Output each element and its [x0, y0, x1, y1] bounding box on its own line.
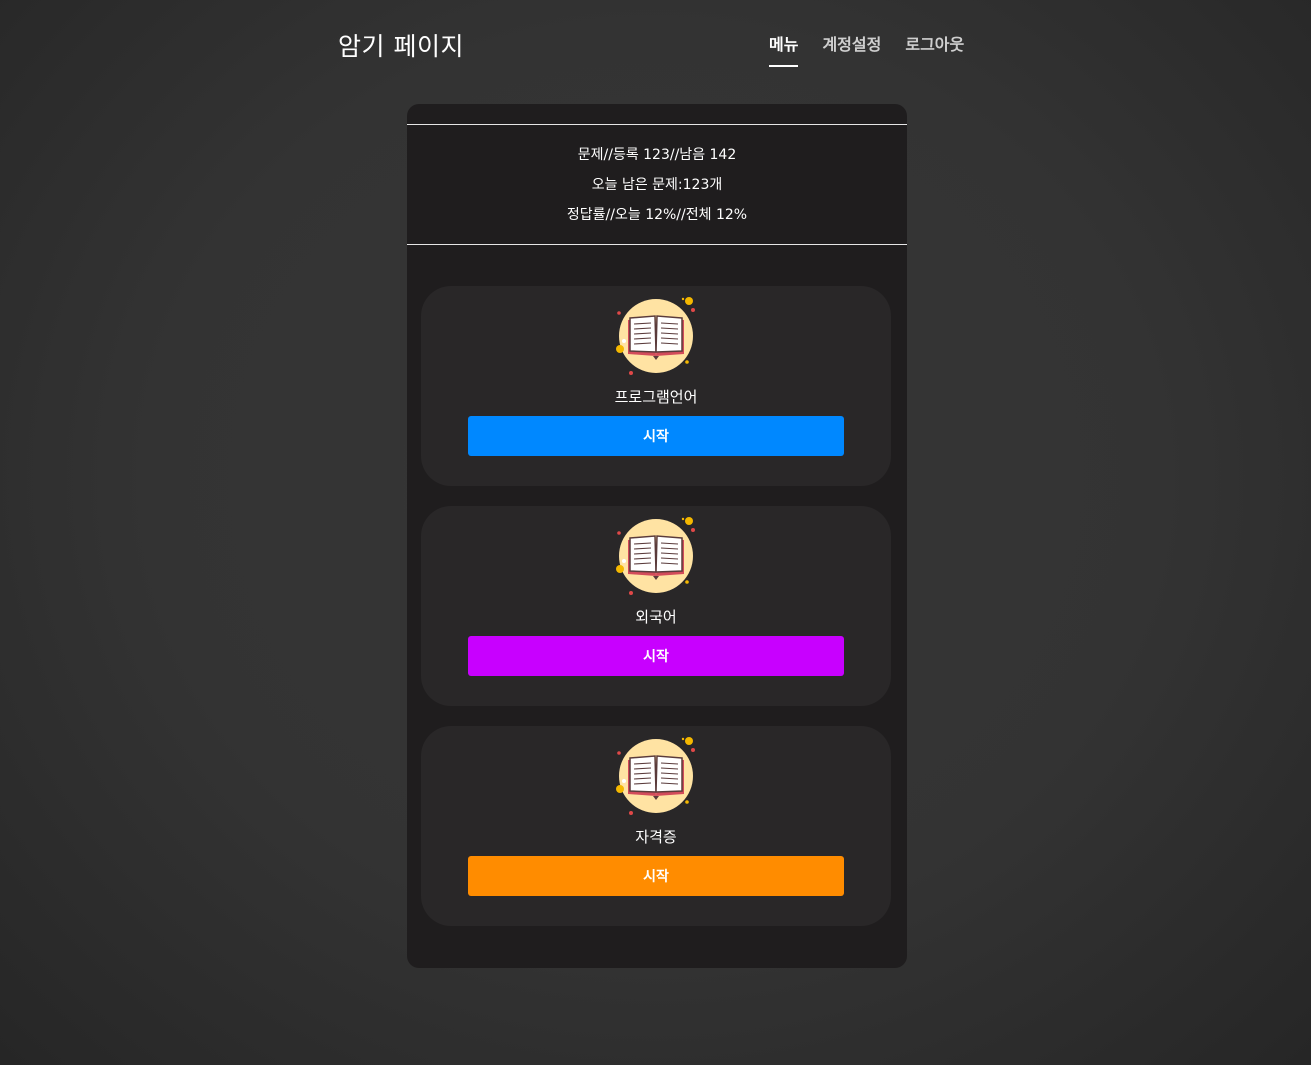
category-label: 자격증 — [635, 828, 677, 846]
start-button-certificate[interactable]: 시작 — [468, 856, 844, 896]
start-button-foreign-language[interactable]: 시작 — [468, 636, 844, 676]
stats-accuracy: 정답률//오늘 12%//전체 12% — [566, 207, 748, 223]
site-title: 암기 페이지 — [338, 32, 464, 61]
book-icon — [616, 737, 695, 815]
book-icon — [616, 297, 695, 375]
category-label: 외국어 — [635, 608, 677, 626]
start-button-programming[interactable]: 시작 — [468, 416, 844, 456]
stats-section: 문제//등록 123//남음 142 오늘 남은 문제:123개 정답률//오늘… — [407, 124, 907, 245]
category-label: 프로그램언어 — [614, 388, 698, 406]
category-card-programming: 프로그램언어 시작 — [421, 286, 891, 486]
nav-item-account-settings[interactable]: 계정설정 — [822, 31, 881, 67]
header: 암기 페이지 메뉴 계정설정 로그아웃 — [0, 0, 1311, 90]
nav-menu: 메뉴 계정설정 로그아웃 — [769, 31, 988, 67]
book-icon — [616, 517, 695, 595]
main-panel: 문제//등록 123//남음 142 오늘 남은 문제:123개 정답률//오늘… — [407, 104, 907, 968]
category-card-foreign-language: 외국어 시작 — [421, 506, 891, 706]
nav-item-logout[interactable]: 로그아웃 — [905, 31, 964, 67]
nav-item-menu[interactable]: 메뉴 — [769, 31, 799, 67]
stats-registered-remaining: 문제//등록 123//남음 142 — [577, 147, 737, 163]
category-card-certificate: 자격증 시작 — [421, 726, 891, 926]
stats-today-remaining: 오늘 남은 문제:123개 — [591, 177, 723, 193]
